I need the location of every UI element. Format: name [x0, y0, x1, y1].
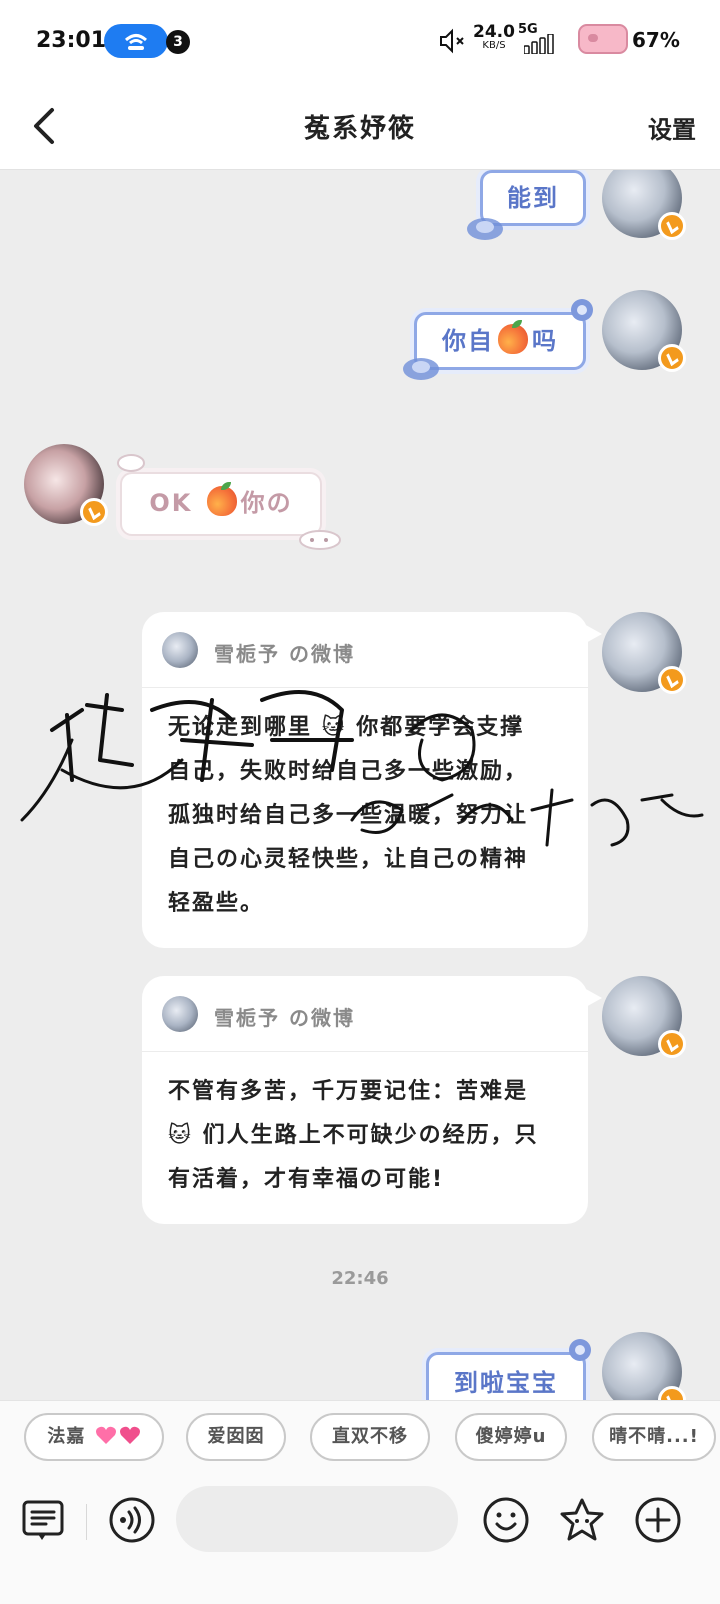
contact-avatar[interactable] — [24, 444, 108, 526]
battery-level: 67% — [632, 28, 680, 52]
flower-deco-icon — [403, 358, 439, 380]
chip-label: 法嘉 — [47, 1426, 86, 1447]
quick-reply-chip[interactable]: 傻婷婷u — [455, 1413, 567, 1461]
verified-badge-icon — [658, 666, 686, 694]
signal-icon — [524, 34, 554, 54]
card-line: 轻盈些。 — [168, 891, 265, 916]
chat-title: 菟系妤筱 — [303, 114, 416, 144]
settings-button[interactable]: 设置 — [648, 110, 696, 145]
message-text-after: 你の — [240, 489, 293, 517]
menu-list-icon[interactable] — [20, 1496, 68, 1544]
card-line: 🐱 们人生路上不可缺少の经历，只 — [168, 1123, 539, 1148]
card-source-avatar — [162, 996, 198, 1032]
heart-icon — [119, 1426, 140, 1444]
flower-deco-icon — [571, 299, 593, 321]
quick-reply-chip[interactable]: 爱囡囡 — [186, 1413, 286, 1461]
quick-reply-bar: 法嘉 爱囡囡 直双不移 傻婷婷u 晴不晴...! — [0, 1400, 720, 1476]
back-icon[interactable] — [24, 104, 68, 148]
battery-pig-icon — [578, 24, 628, 54]
network-speed-unit: KB/S — [482, 40, 506, 51]
message-text: 能到 — [507, 184, 559, 212]
self-avatar[interactable] — [602, 290, 686, 372]
verified-badge-icon — [80, 498, 108, 526]
card-line: 有活着，才有幸福の可能! — [168, 1167, 445, 1192]
verified-badge-icon — [658, 344, 686, 372]
card-line: 自己の心灵轻快些，让自己の精神 — [168, 847, 529, 872]
card-line: 不管有多苦，千万要记住：苦难是 — [168, 1079, 529, 1104]
input-bar — [0, 1476, 720, 1604]
weibo-share-card[interactable]: 雪栀予 の微博 不管有多苦，千万要记住：苦难是 🐱 们人生路上不可缺少の经历，只… — [142, 976, 602, 1224]
network-speed: 24.0 KB/S — [472, 24, 516, 51]
chip-label: 爱囡囡 — [207, 1426, 265, 1447]
message-bubble-sent[interactable]: 你自 吗 — [403, 299, 593, 380]
message-bubble-received[interactable]: OK 你の — [117, 454, 341, 550]
mute-icon — [440, 28, 464, 54]
card-line: 自己，失败时给自己多一些激励， — [168, 759, 529, 784]
hotspot-icon — [124, 34, 148, 50]
verified-badge-icon — [658, 1030, 686, 1058]
voice-icon[interactable] — [108, 1496, 156, 1544]
heart-icon — [95, 1426, 116, 1444]
cloud-deco-icon — [117, 454, 145, 472]
notification-count-badge: 3 — [166, 30, 190, 54]
self-avatar[interactable] — [602, 170, 686, 240]
card-line: 孤独时给自己多一些温暖，努力让 — [168, 803, 529, 828]
message-text: 到啦宝宝 — [454, 1369, 558, 1397]
message-text-after: 吗 — [532, 327, 558, 355]
sticker-star-icon[interactable] — [558, 1496, 606, 1544]
quick-reply-chip[interactable]: 法嘉 — [24, 1413, 164, 1461]
self-avatar[interactable] — [602, 612, 686, 694]
message-input[interactable] — [176, 1486, 458, 1552]
emoji-icon[interactable] — [482, 1496, 530, 1544]
chip-label: 直双不移 — [332, 1426, 408, 1447]
status-bar: 23:01 3 24.0 KB/S 5G 67% — [0, 0, 720, 84]
message-timestamp: 22:46 — [331, 1268, 389, 1289]
card-line: 无论走到哪里 🐱 你都要学会支撑 — [168, 715, 525, 740]
message-list[interactable]: 能到 你自吗 OK 你の 雪栀予 の微博 无论走到哪里 🐱 你都要学会支撑 自己… — [0, 170, 720, 1434]
card-source: 雪栀予 の微博 — [142, 612, 588, 688]
hotspot-pill[interactable] — [104, 24, 168, 58]
message-text-before: 你自 — [442, 327, 494, 355]
chip-label: 晴不晴...! — [609, 1426, 699, 1447]
divider — [86, 1504, 87, 1540]
self-avatar[interactable] — [602, 976, 686, 1058]
card-source: 雪栀予 の微博 — [142, 976, 588, 1052]
card-source-name: 雪栀予 の微博 — [214, 642, 355, 666]
message-bubble-sent[interactable]: 能到 — [467, 170, 586, 240]
card-text: 不管有多苦，千万要记住：苦难是 🐱 们人生路上不可缺少の经历，只 有活着，才有幸… — [142, 1052, 588, 1224]
verified-badge-icon — [658, 212, 686, 240]
chat-header: 菟系妤筱 设置 — [0, 84, 720, 170]
message-text-before: OK — [149, 489, 203, 517]
chip-label: 傻婷婷u — [475, 1426, 547, 1447]
flower-deco-icon — [467, 218, 503, 240]
flower-deco-icon — [569, 1339, 591, 1361]
card-text: 无论走到哪里 🐱 你都要学会支撑 自己，失败时给自己多一些激励， 孤独时给自己多… — [142, 688, 588, 948]
quick-reply-chip[interactable]: 直双不移 — [310, 1413, 430, 1461]
peach-emoji-icon — [206, 482, 237, 516]
weibo-share-card[interactable]: 雪栀予 の微博 无论走到哪里 🐱 你都要学会支撑 自己，失败时给自己多一些激励，… — [142, 612, 602, 948]
bunny-deco-icon — [299, 530, 341, 550]
network-speed-value: 24.0 — [473, 22, 515, 42]
quick-reply-chip[interactable]: 晴不晴...! — [592, 1413, 716, 1461]
add-icon[interactable] — [634, 1496, 682, 1544]
status-time: 23:01 — [36, 28, 107, 53]
card-source-name: 雪栀予 の微博 — [214, 1006, 355, 1030]
card-source-avatar — [162, 632, 198, 668]
peach-emoji-icon — [498, 320, 528, 354]
